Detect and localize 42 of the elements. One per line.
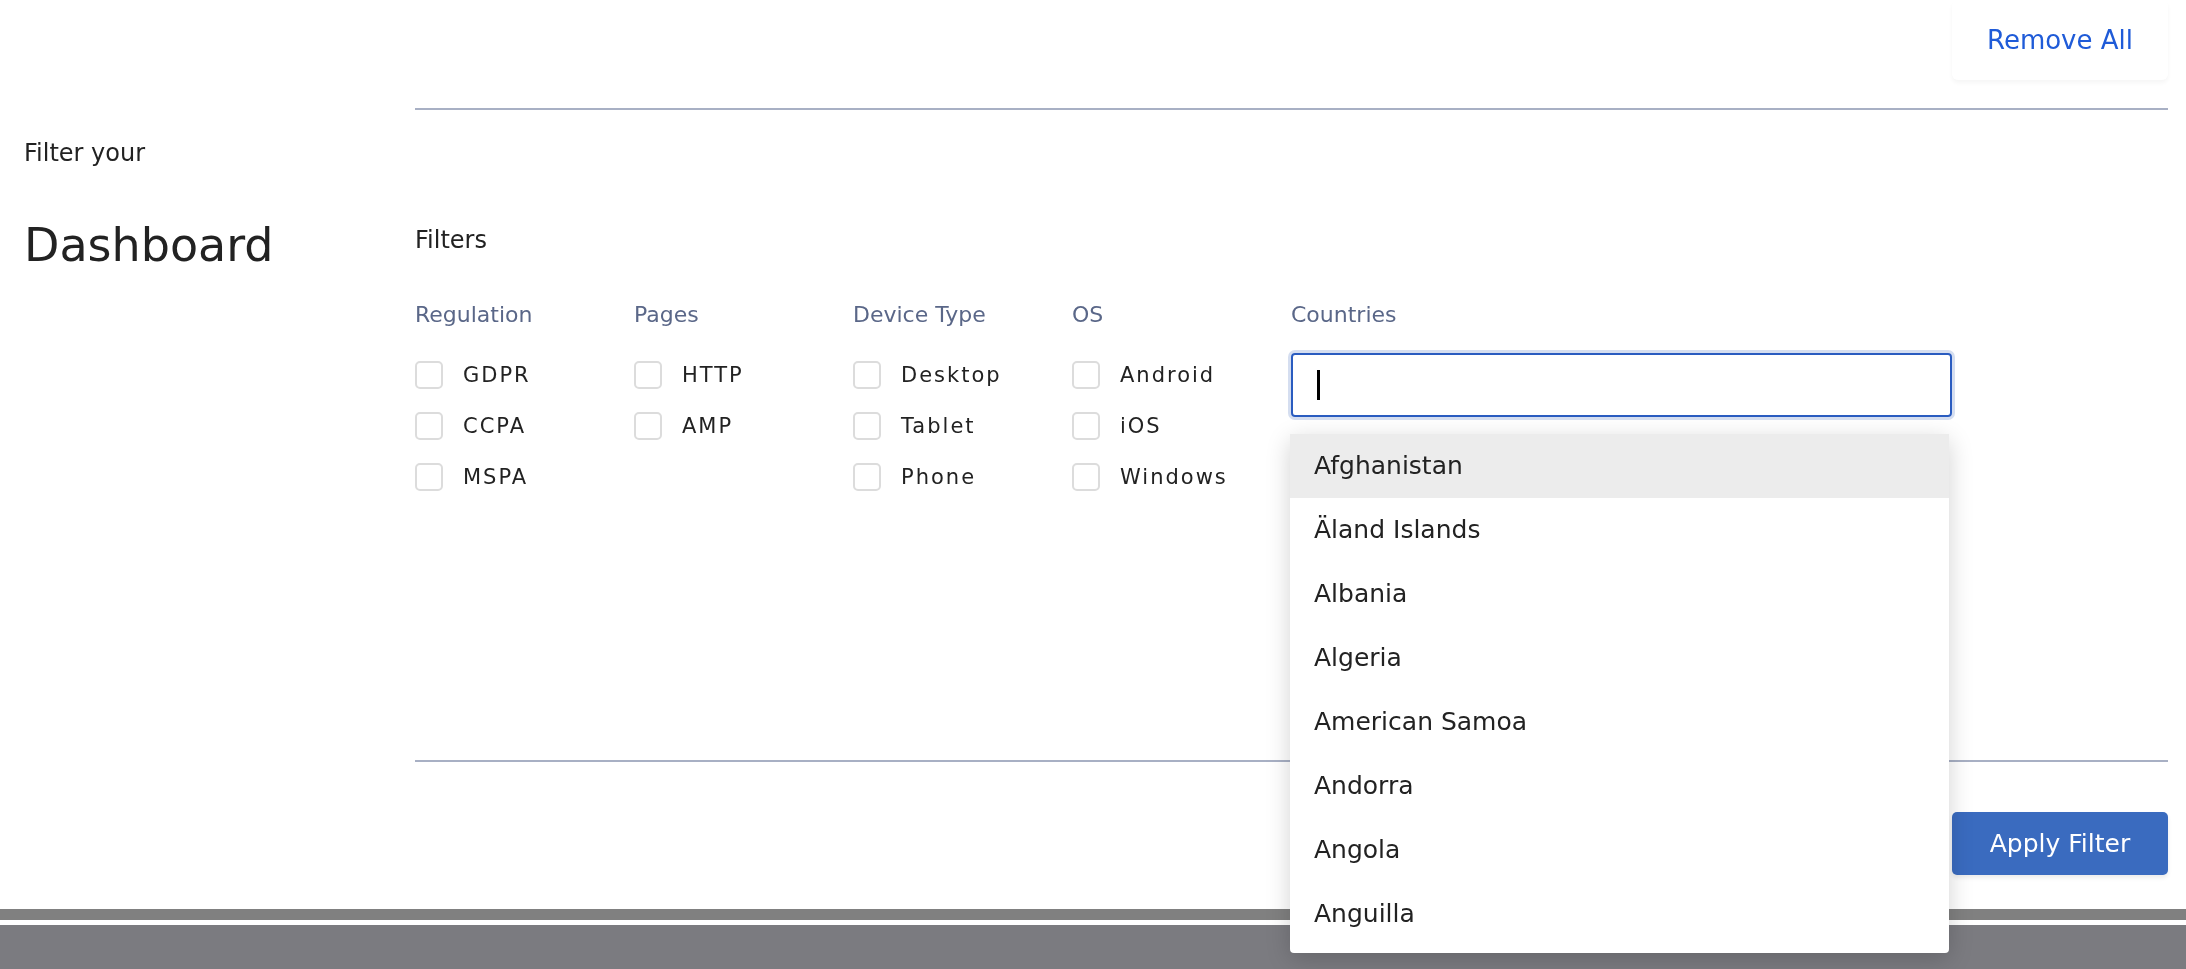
- checkbox[interactable]: [634, 412, 662, 440]
- group-heading: Device Type: [853, 301, 987, 329]
- country-option[interactable]: Anguilla: [1290, 882, 1949, 946]
- sidebar-subtitle: Filter your: [24, 138, 147, 168]
- remove-all-button[interactable]: Remove All: [1952, 0, 2168, 80]
- country-option[interactable]: Andorra: [1290, 754, 1949, 818]
- checkbox-label: HTTP: [682, 363, 744, 387]
- dashboard-title: Dashboard: [24, 217, 275, 274]
- checkbox[interactable]: [853, 463, 881, 491]
- checkbox-label: CCPA: [463, 414, 526, 438]
- checkbox[interactable]: [1072, 361, 1100, 389]
- checkbox-label: MSPA: [463, 465, 529, 489]
- country-option[interactable]: Äland Islands: [1290, 498, 1949, 562]
- checkbox-label: Android: [1120, 363, 1216, 387]
- checkbox[interactable]: [415, 361, 443, 389]
- group-heading: Countries: [1291, 301, 1398, 329]
- group-heading: Regulation: [415, 301, 534, 329]
- text-cursor: [1317, 370, 1320, 400]
- checkbox-label: GDPR: [463, 363, 531, 387]
- checkbox-label: Tablet: [901, 414, 976, 438]
- group-heading: OS: [1072, 301, 1105, 329]
- checkbox-label: Desktop: [901, 363, 1002, 387]
- checkbox-label: Windows: [1120, 465, 1228, 489]
- checkbox[interactable]: [634, 361, 662, 389]
- group-heading: Pages: [634, 301, 700, 329]
- checkbox[interactable]: [415, 463, 443, 491]
- countries-input[interactable]: [1291, 353, 1952, 417]
- checkbox[interactable]: [853, 361, 881, 389]
- country-option[interactable]: Angola: [1290, 818, 1949, 882]
- checkbox[interactable]: [1072, 463, 1100, 491]
- apply-filter-button[interactable]: Apply Filter: [1952, 812, 2168, 875]
- checkbox[interactable]: [853, 412, 881, 440]
- checkbox-label: iOS: [1120, 414, 1162, 438]
- checkbox-label: AMP: [682, 414, 734, 438]
- country-option[interactable]: American Samoa: [1290, 690, 1949, 754]
- checkbox-label: Phone: [901, 465, 977, 489]
- country-option[interactable]: Albania: [1290, 562, 1949, 626]
- checkbox[interactable]: [415, 412, 443, 440]
- checkbox[interactable]: [1072, 412, 1100, 440]
- filters-heading: Filters: [415, 225, 488, 255]
- country-option[interactable]: Afghanistan: [1290, 434, 1949, 498]
- country-option[interactable]: Algeria: [1290, 626, 1949, 690]
